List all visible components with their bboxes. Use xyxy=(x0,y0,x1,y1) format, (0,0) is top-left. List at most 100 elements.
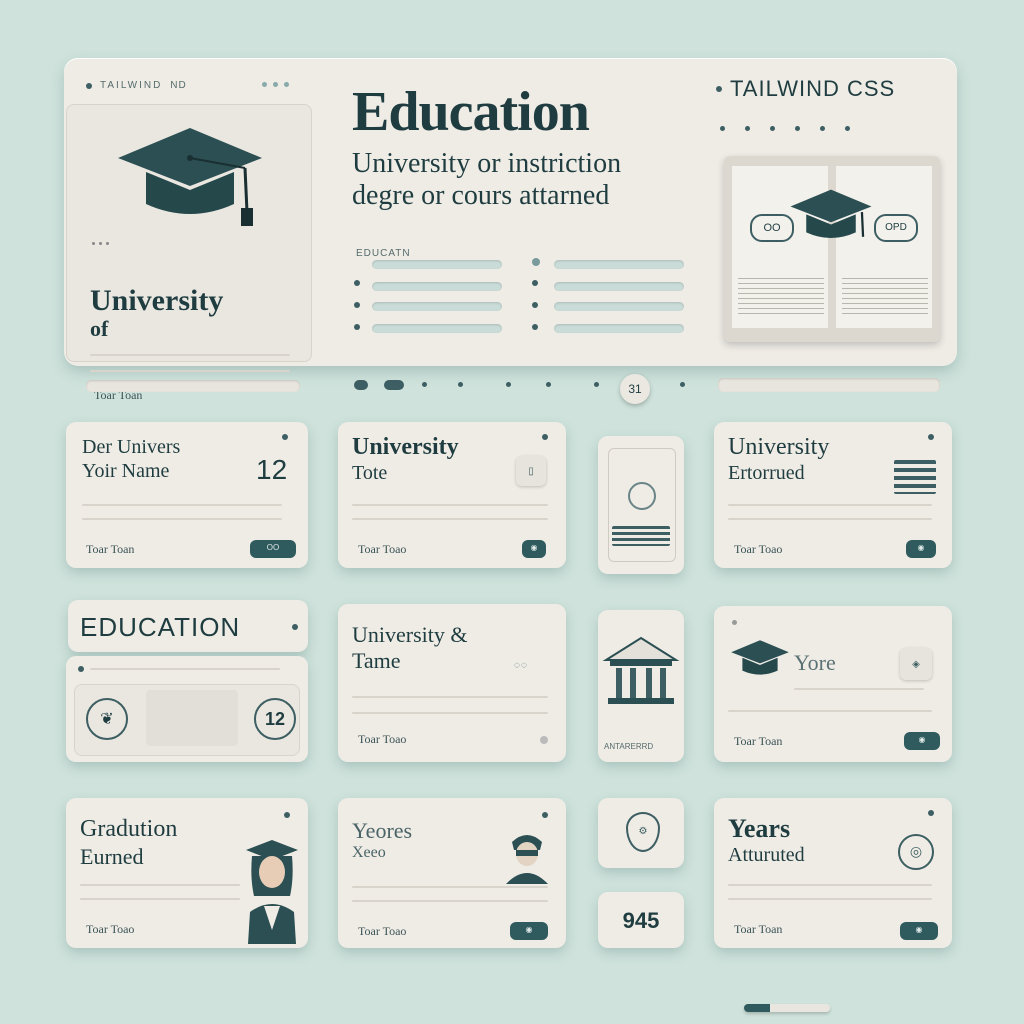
menu-dot-icon[interactable] xyxy=(540,736,548,744)
dot-icon xyxy=(820,126,825,131)
graduation-cap-icon xyxy=(790,189,872,238)
page-title: Education xyxy=(352,81,590,143)
card-footer: Toar Toao xyxy=(86,922,135,936)
list-bullet-icon xyxy=(354,324,360,330)
card-subtitle: Eurned xyxy=(80,844,144,869)
person-avatar-icon xyxy=(506,835,548,884)
education-card-7[interactable]: Yeores Xeeo Toar Toao ◉ xyxy=(338,798,566,948)
card-footer: Toar Toan xyxy=(86,542,135,556)
document-icon[interactable]: ▯ xyxy=(516,456,546,486)
education-card-6[interactable]: Gradution Eurned Toar Toao xyxy=(66,798,308,948)
top-nav: TAILWIND ND xyxy=(86,80,187,91)
list-bar xyxy=(372,324,502,333)
graduate-avatar-icon xyxy=(246,840,298,944)
card-action-button[interactable]: ◉ xyxy=(906,540,936,558)
university-card-title: University xyxy=(90,284,224,317)
shield-icon[interactable]: ◈ xyxy=(900,648,932,680)
dot-icon xyxy=(273,82,278,87)
seal-icon xyxy=(628,482,656,510)
menu-dot-icon[interactable] xyxy=(928,434,934,440)
dot-icon xyxy=(262,82,267,87)
card-footer: Toar Toan xyxy=(734,922,783,936)
education-card-4[interactable]: University & Tame ◌◌ Toar Toao xyxy=(338,604,566,762)
book-text-lines xyxy=(842,274,928,314)
toolbar-progress[interactable] xyxy=(718,378,940,392)
card-action-button[interactable]: ◉ xyxy=(510,922,548,940)
list-bullet-icon xyxy=(532,302,538,308)
header-panel: TAILWIND ND University of Toar Toan Educ… xyxy=(64,58,957,402)
dot-icon xyxy=(720,126,725,131)
education-detail-card[interactable]: ❦ 12 xyxy=(66,656,308,762)
toolbar-badge[interactable]: 31 xyxy=(620,374,650,404)
divider xyxy=(90,354,290,356)
card-action-button[interactable]: OO xyxy=(250,540,296,558)
toolbar-dot-icon xyxy=(594,382,599,387)
card-subtitle: Ertorrued xyxy=(728,462,805,484)
dot-icon xyxy=(99,242,102,245)
university-card-subtitle: of xyxy=(90,316,109,341)
brand-logo[interactable]: TAILWIND CSS xyxy=(716,76,895,102)
divider xyxy=(82,504,282,506)
education-card-8[interactable]: Years Atturuted ◎ Toar Toan ◉ xyxy=(714,798,952,948)
brand-dots xyxy=(720,126,850,131)
card-footer: Toar Toao xyxy=(358,924,407,938)
list-bullet-icon xyxy=(354,302,360,308)
dot-icon xyxy=(284,82,289,87)
list-bar xyxy=(554,282,684,291)
list-bullet-icon xyxy=(532,280,538,286)
top-nav-dots xyxy=(262,82,289,87)
card-title: Years xyxy=(728,814,791,843)
divider xyxy=(352,518,548,520)
card-subtitle: Tote xyxy=(352,462,388,484)
card-action-button[interactable]: ◉ xyxy=(522,540,546,558)
divider xyxy=(728,898,932,900)
brand-label: TAILWIND CSS xyxy=(730,76,896,101)
detail-inner: ❦ 12 xyxy=(74,684,300,756)
toolbar-icon[interactable] xyxy=(384,380,404,390)
divider xyxy=(728,710,932,712)
badge-card[interactable]: ⚙ xyxy=(598,798,684,868)
card-title: Yeores xyxy=(352,818,413,843)
card-footer: Toar Toao xyxy=(734,542,783,556)
menu-dot-icon[interactable] xyxy=(928,810,934,816)
card-footer: Toar Toao xyxy=(358,732,407,746)
diploma-card[interactable] xyxy=(598,436,684,574)
divider xyxy=(352,504,548,506)
dot-icon xyxy=(745,126,750,131)
divider xyxy=(352,900,548,902)
divider xyxy=(352,886,548,888)
card-number: 12 xyxy=(256,454,288,485)
menu-dot-icon[interactable] xyxy=(282,434,288,440)
education-card-2[interactable]: University Tote ▯ Toar Toao ◉ xyxy=(338,422,566,568)
education-tab[interactable]: EDUCATION xyxy=(68,600,308,652)
list-bullet-icon xyxy=(532,324,538,330)
institution-card[interactable]: ANTARERRD xyxy=(598,610,684,762)
page-subtitle-2: degre or cours attarned xyxy=(352,180,610,211)
tab-dot-icon[interactable] xyxy=(292,624,298,630)
menu-dot-icon[interactable] xyxy=(542,812,548,818)
university-card[interactable]: University of Toar Toan xyxy=(66,104,312,402)
dot-icon xyxy=(92,242,95,245)
seal-icon: ◎ xyxy=(898,834,934,870)
dots-row xyxy=(92,242,109,245)
divider xyxy=(352,712,548,714)
list-bar xyxy=(372,302,502,311)
toolbar-icon[interactable] xyxy=(354,380,368,390)
menu-dot-icon[interactable] xyxy=(284,812,290,818)
education-card-1[interactable]: Der Univers Yoir Name 12 Toar Toan OO xyxy=(66,422,308,568)
page-subtitle-1: University or instriction xyxy=(352,148,622,179)
education-card-3[interactable]: University Ertorrued Toar Toao ◉ xyxy=(714,422,952,568)
book-text-lines xyxy=(738,274,824,314)
card-subtitle: Xeeo xyxy=(352,844,386,861)
toolbar-strip: 31 xyxy=(86,374,966,404)
card-action-button[interactable]: ◉ xyxy=(900,922,938,940)
brand-dot-icon xyxy=(716,86,722,92)
toolbar-dot-icon xyxy=(680,382,685,387)
menu-dot-icon[interactable] xyxy=(542,434,548,440)
divider xyxy=(728,518,932,520)
count-card[interactable]: 945 xyxy=(598,892,684,948)
card-action-button[interactable]: ◉ xyxy=(904,732,940,750)
toolbar-bar[interactable] xyxy=(86,380,300,392)
education-card-5[interactable]: Yore ◈ Toar Toan ◉ xyxy=(714,606,952,762)
dot-icon xyxy=(770,126,775,131)
